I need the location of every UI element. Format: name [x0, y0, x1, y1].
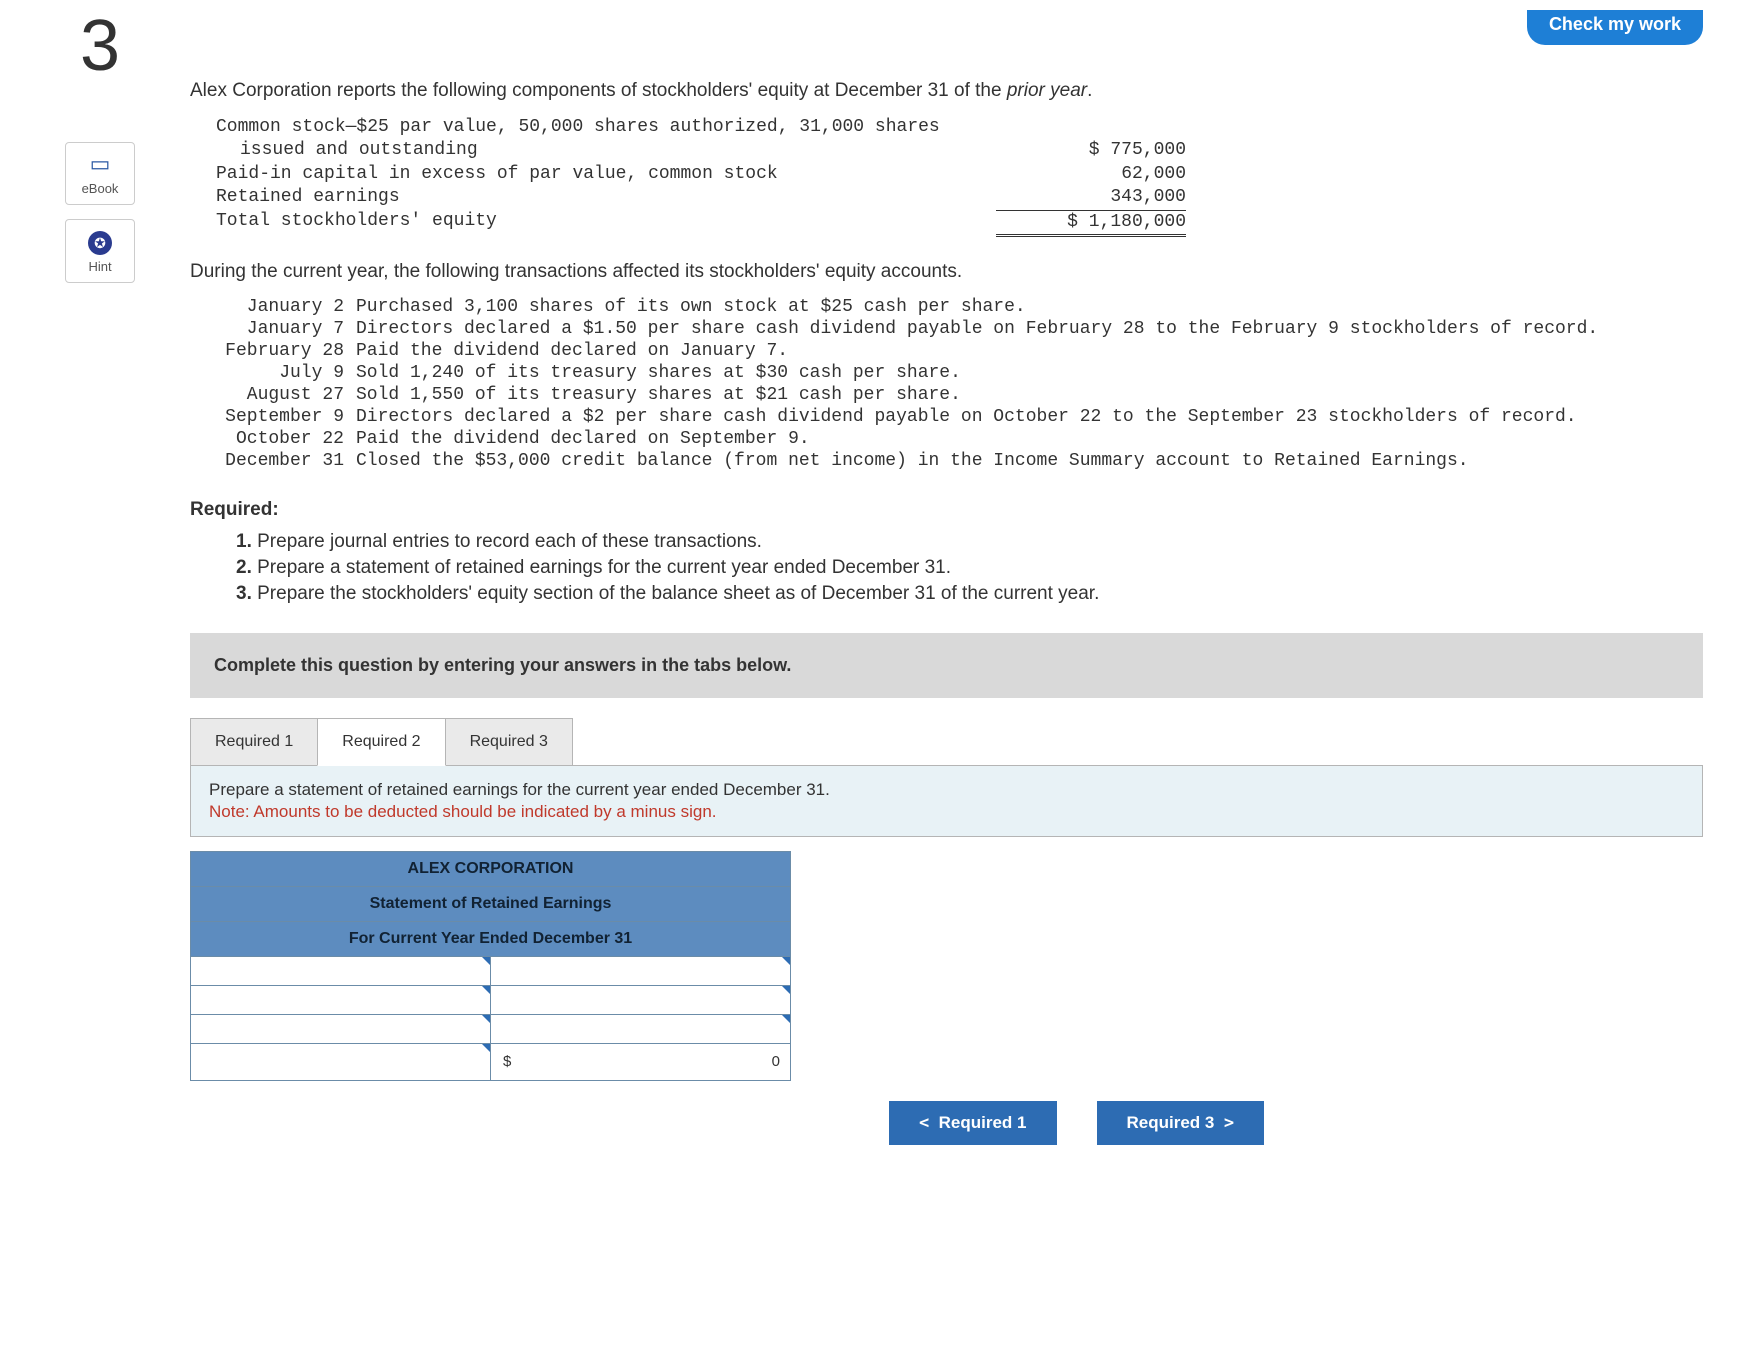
worksheet-title-2: Statement of Retained Earnings [191, 886, 791, 921]
sidebar: 3 ▭ eBook ✪ Hint [40, 10, 160, 1145]
worksheet-total-cell: $ 0 [491, 1043, 791, 1080]
transaction-row: January 7Directors declared a $1.50 per … [216, 319, 1703, 339]
transactions-table: January 2Purchased 3,100 shares of its o… [190, 297, 1703, 471]
equity-row-value: $ 1,180,000 [996, 210, 1186, 237]
dropdown-icon[interactable] [782, 957, 790, 965]
dropdown-icon[interactable] [482, 986, 490, 994]
required-header: Required: [190, 499, 1703, 521]
check-my-work-button[interactable]: Check my work [1527, 10, 1703, 45]
transaction-row: January 2Purchased 3,100 shares of its o… [216, 297, 1703, 317]
required-item: 1. Prepare journal entries to record eac… [236, 531, 1703, 553]
panel-instruction: Prepare a statement of retained earnings… [209, 780, 1684, 800]
worksheet-title-3: For Current Year Ended December 31 [191, 921, 791, 956]
tab-required-2[interactable]: Required 2 [317, 718, 445, 766]
equity-row-value: $ 775,000 [996, 139, 1186, 162]
chevron-left-icon: < [919, 1113, 929, 1133]
tab-strip: Required 1 Required 2 Required 3 [190, 718, 1703, 766]
intro-text: Alex Corporation reports the following c… [190, 80, 1703, 102]
required-item: 2. Prepare a statement of retained earni… [236, 557, 1703, 579]
required-list: 1. Prepare journal entries to record eac… [190, 531, 1703, 605]
hint-icon: ✪ [70, 228, 130, 255]
equity-row-label: Total stockholders' equity [216, 210, 996, 237]
worksheet-label-input[interactable] [191, 986, 490, 1014]
worksheet-label-input[interactable] [191, 957, 490, 985]
dropdown-icon[interactable] [782, 1015, 790, 1023]
equity-row-label: Common stock—$25 par value, 50,000 share… [216, 116, 996, 139]
tab-panel: Prepare a statement of retained earnings… [190, 765, 1703, 837]
transaction-row: August 27Sold 1,550 of its treasury shar… [216, 385, 1703, 405]
worksheet-amount-input[interactable] [491, 986, 790, 1014]
hint-label: Hint [70, 259, 130, 274]
worksheet-amount-input[interactable] [491, 957, 790, 985]
required-item: 3. Prepare the stockholders' equity sect… [236, 583, 1703, 605]
worksheet-amount-input[interactable] [491, 1015, 790, 1043]
prev-required-button[interactable]: < Required 1 [889, 1101, 1057, 1145]
dropdown-icon[interactable] [782, 986, 790, 994]
hint-button[interactable]: ✪ Hint [65, 219, 135, 283]
transaction-row: September 9Directors declared a $2 per s… [216, 407, 1703, 427]
equity-table: Common stock—$25 par value, 50,000 share… [190, 116, 1703, 237]
next-required-button[interactable]: Required 3 > [1097, 1101, 1265, 1145]
equity-row-label: Retained earnings [216, 186, 996, 209]
worksheet-label-input[interactable] [191, 1015, 490, 1043]
worksheet-table: ALEX CORPORATION Statement of Retained E… [190, 851, 791, 1081]
transactions-intro: During the current year, the following t… [190, 261, 1703, 283]
chevron-right-icon: > [1224, 1113, 1234, 1133]
panel-note: Note: Amounts to be deducted should be i… [209, 802, 1684, 822]
ebook-icon: ▭ [70, 151, 130, 177]
worksheet-title-1: ALEX CORPORATION [191, 851, 791, 886]
dropdown-icon[interactable] [482, 1015, 490, 1023]
equity-row-value: 62,000 [996, 163, 1186, 186]
instruction-bar: Complete this question by entering your … [190, 633, 1703, 698]
dropdown-icon[interactable] [482, 957, 490, 965]
transaction-row: July 9Sold 1,240 of its treasury shares … [216, 363, 1703, 383]
transaction-row: December 31Closed the $53,000 credit bal… [216, 451, 1703, 471]
equity-row-value [996, 116, 1186, 139]
tab-required-3[interactable]: Required 3 [445, 718, 573, 766]
equity-row-label: issued and outstanding [216, 139, 996, 162]
tab-required-1[interactable]: Required 1 [190, 718, 318, 766]
transaction-row: October 22Paid the dividend declared on … [216, 429, 1703, 449]
ebook-button[interactable]: ▭ eBook [65, 142, 135, 205]
question-number: 3 [40, 10, 160, 82]
ebook-label: eBook [70, 181, 130, 196]
equity-row-label: Paid-in capital in excess of par value, … [216, 163, 996, 186]
dropdown-icon[interactable] [482, 1044, 490, 1052]
worksheet-label-input[interactable] [195, 1048, 480, 1076]
equity-row-value: 343,000 [996, 186, 1186, 209]
transaction-row: February 28Paid the dividend declared on… [216, 341, 1703, 361]
